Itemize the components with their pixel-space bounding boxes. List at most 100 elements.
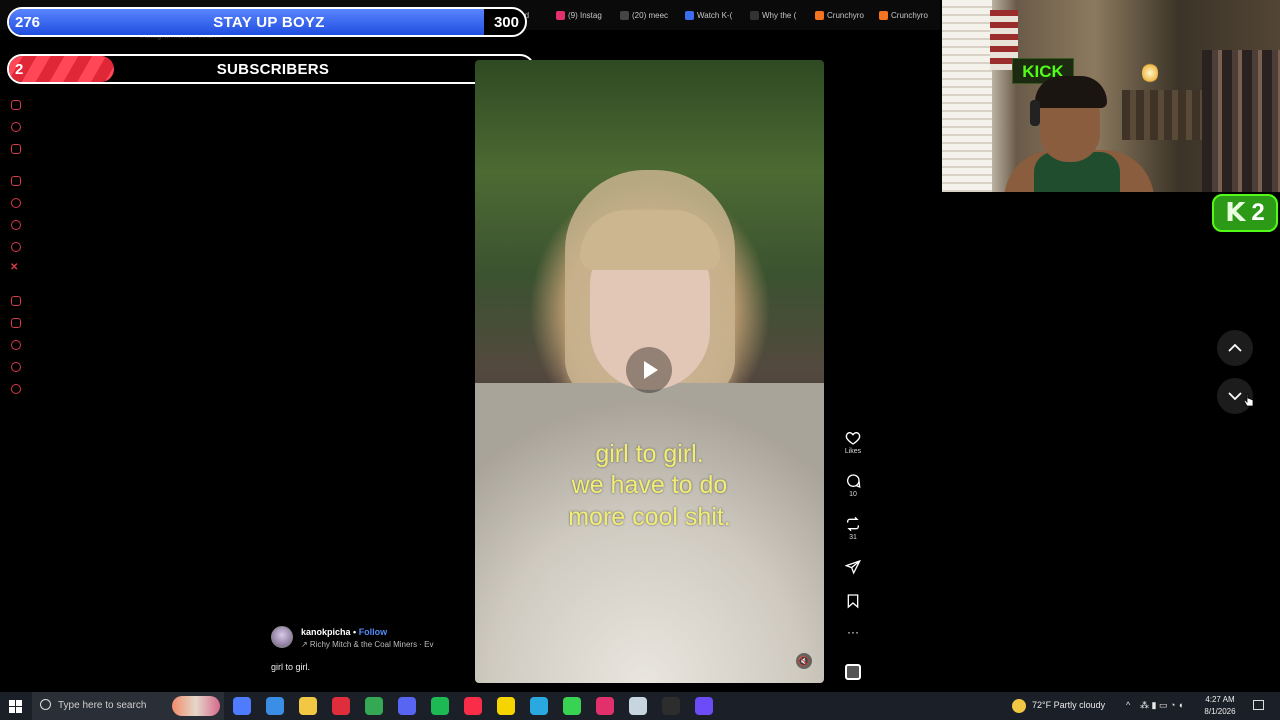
play-icon[interactable] [626, 347, 672, 393]
mouse-cursor-icon [1244, 393, 1254, 407]
tab-crunchyroll-2[interactable]: Crunchyro [879, 8, 933, 22]
tiktok-icon [750, 10, 759, 20]
heart-icon [845, 431, 861, 445]
watch-icon [685, 10, 694, 20]
windows-start-icon[interactable] [9, 700, 22, 713]
clock-time: 4:27 AM [1205, 695, 1235, 704]
explore-icon[interactable] [11, 144, 21, 154]
tab-crunchyroll-1[interactable]: Crunchyro [815, 8, 869, 22]
notifications-icon[interactable] [11, 220, 21, 230]
follow-button[interactable]: Follow [359, 627, 388, 637]
search-icon [40, 699, 51, 710]
subscriber-goal-bar: 2 SUBSCRIBERS 10 [7, 54, 535, 84]
messages-icon[interactable] [11, 198, 21, 208]
weather-icon [1012, 699, 1026, 713]
music-icon[interactable] [464, 697, 482, 715]
video-caption-line-1: girl to girl. [595, 440, 704, 468]
reel-video[interactable]: girl to girl. we have to do more cool sh… [475, 60, 824, 683]
avatar[interactable] [271, 626, 293, 648]
likes-label: Likes [844, 448, 862, 455]
reposts-count: 31 [849, 534, 857, 541]
webcam-lamp [1142, 62, 1158, 84]
search-placeholder: Type here to search [58, 700, 147, 711]
bookmark-icon [847, 594, 859, 609]
comment-button[interactable]: 10 [838, 473, 868, 498]
clock-date: 8/1/2026 [1204, 707, 1236, 716]
video-subject-bangs [580, 210, 720, 270]
more-options-icon[interactable]: ··· [838, 626, 868, 638]
save-button[interactable] [838, 593, 868, 609]
settings-icon[interactable] [11, 384, 21, 394]
kick-viewer-count: 2 [1251, 199, 1265, 226]
previous-reel-button[interactable] [1217, 330, 1253, 366]
comments-count: 10 [849, 491, 857, 498]
notifications-icon[interactable] [1253, 700, 1264, 710]
subscriber-goal-label: SUBSCRIBERS [216, 61, 330, 78]
webcam-shelf [1122, 90, 1212, 140]
kick-viewer-badge: K 2 [1212, 194, 1278, 232]
audio-button[interactable] [838, 664, 868, 680]
home-icon[interactable] [11, 100, 21, 110]
discord-icon[interactable] [398, 697, 416, 715]
whatsapp-icon[interactable] [11, 242, 21, 252]
reels-icon[interactable] [11, 176, 21, 186]
follower-goal-label: STAY UP BOYZ [213, 14, 325, 31]
crunchyroll-icon [815, 10, 824, 20]
calendar-icon[interactable] [695, 697, 713, 715]
terminal-icon[interactable] [662, 697, 680, 715]
search-icon[interactable] [11, 122, 21, 132]
video-caption-line-2: we have to do [571, 471, 728, 499]
crunchyroll-icon [879, 10, 888, 20]
post-caption: girl to girl. [271, 662, 311, 672]
streamer-hair [1035, 76, 1107, 108]
clock[interactable]: 4:27 AM 8/1/2026 [1196, 694, 1244, 718]
green-app-icon[interactable] [563, 697, 581, 715]
follower-goal-target: 300 [493, 14, 519, 31]
create-icon[interactable] [11, 296, 21, 306]
x-icon[interactable]: ✕ [10, 262, 18, 273]
weather-text[interactable]: 72°F Partly cloudy [1032, 700, 1105, 710]
tab-tiktok[interactable]: Why the ( [750, 8, 804, 22]
file-explorer-icon[interactable] [299, 697, 317, 715]
chrome-icon[interactable] [365, 697, 383, 715]
taskbar-search[interactable]: Type here to search [32, 692, 224, 720]
video-subject-jacket [475, 383, 824, 683]
instagram-icon[interactable] [596, 697, 614, 715]
author-username[interactable]: kanokpicha [301, 627, 351, 637]
tab-x[interactable]: (20) meec [620, 8, 674, 22]
video-caption-line-3: more cool shit. [568, 503, 731, 531]
instagram-icon [556, 10, 565, 20]
threads-icon[interactable] [11, 362, 21, 372]
steam-icon[interactable] [629, 697, 647, 715]
author-separator: • [350, 627, 359, 637]
webcam-clothes-rack [1202, 50, 1280, 192]
instagram-sidebar: ✕ [0, 88, 32, 688]
clock-icon[interactable] [11, 340, 21, 350]
x-icon [620, 10, 629, 20]
windows-taskbar: Type here to search 72°F Partly cloudy ^… [0, 692, 1280, 720]
kick-logo-icon: K [1225, 198, 1246, 228]
store-icon[interactable] [266, 697, 284, 715]
tab-watch[interactable]: Watch K-( [685, 8, 739, 22]
repost-button[interactable]: 31 [838, 516, 868, 541]
edge-icon[interactable] [530, 697, 548, 715]
copilot-icon[interactable] [233, 697, 251, 715]
search-highlight-image [172, 696, 220, 716]
screen: Discord (9) Instag (20) meec Watch K-( W… [0, 0, 1280, 720]
music-label[interactable]: ↗ Richy Mitch & the Coal Miners · Ev [301, 640, 436, 649]
mute-icon[interactable]: 🔇 [796, 653, 812, 669]
author-line: kanokpicha • Follow [301, 627, 387, 637]
headset-icon [1030, 100, 1040, 126]
obs-icon[interactable] [332, 697, 350, 715]
tray-chevron-icon[interactable]: ^ [1126, 700, 1130, 710]
webcam-window-blinds [942, 0, 992, 192]
webcam-feed: KICK [942, 0, 1280, 192]
repost-icon [847, 516, 859, 532]
tab-instagram[interactable]: (9) Instag [556, 8, 608, 22]
share-button[interactable] [838, 559, 868, 575]
spotify-icon[interactable] [431, 697, 449, 715]
notes-icon[interactable] [497, 697, 515, 715]
like-button[interactable]: Likes [838, 430, 868, 455]
bookmark-icon[interactable] [11, 318, 21, 328]
chevron-up-icon [1228, 343, 1242, 352]
